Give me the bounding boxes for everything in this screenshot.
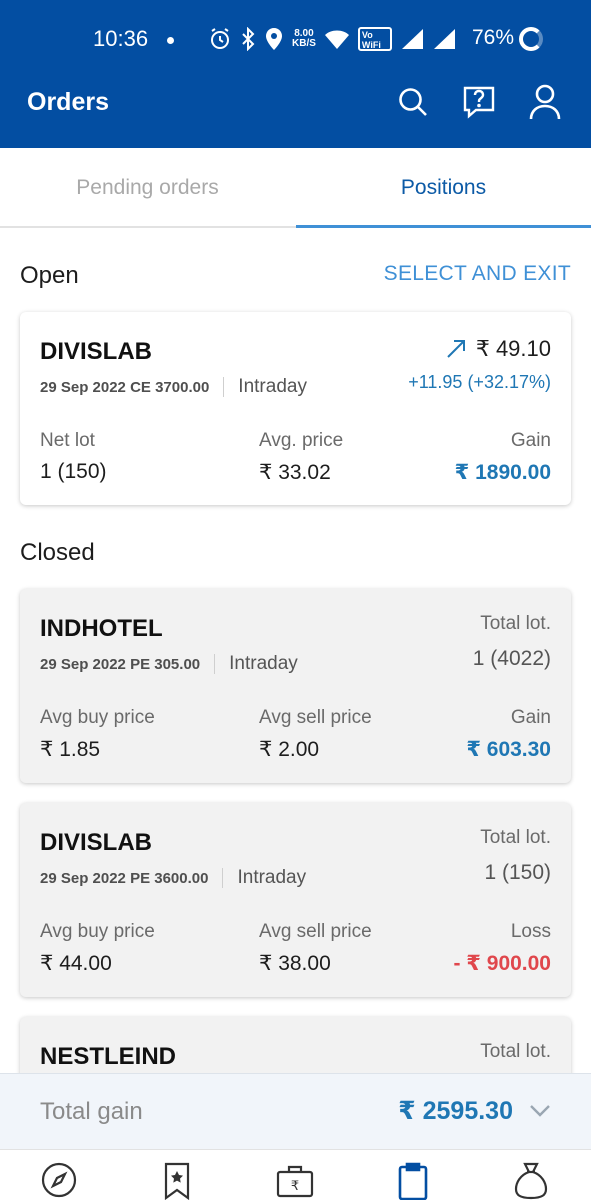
product-type: Intraday	[229, 653, 298, 674]
search-icon[interactable]	[395, 84, 431, 120]
speed-unit: KB/S	[292, 38, 316, 49]
contract-details: 29 Sep 2022 PE 305.00	[40, 655, 201, 673]
open-position-card[interactable]: DIVISLAB 29 Sep 2022 CE 3700.00 Intraday…	[20, 312, 571, 505]
avg-sell-column: Avg sell price ₹ 2.00	[259, 707, 372, 762]
avg-sell-value: ₹ 38.00	[259, 952, 331, 975]
pnl-column: Loss - ₹ 900.00	[453, 921, 551, 976]
battery-percent: 76%	[472, 26, 515, 49]
open-section-title: Open	[20, 262, 79, 289]
orders-icon[interactable]	[393, 1162, 433, 1200]
wifi-icon	[324, 30, 349, 49]
product-type: Intraday	[238, 376, 307, 397]
battery-icon	[519, 27, 543, 51]
total-lot-label: Total lot.	[480, 1041, 551, 1062]
tab-bar: Pending orders Positions	[0, 148, 591, 228]
tab-positions[interactable]: Positions	[296, 148, 591, 228]
divider	[222, 868, 224, 888]
pnl-label: Gain	[510, 430, 551, 451]
page-title: Orders	[27, 88, 109, 116]
pnl-label: Gain	[510, 707, 551, 728]
position-meta: 29 Sep 2022 PE 3600.00 Intraday	[40, 867, 306, 889]
help-icon[interactable]	[461, 84, 497, 120]
funds-icon[interactable]	[511, 1162, 551, 1200]
avg-price-value: ₹ 33.02	[259, 461, 331, 484]
location-icon	[266, 28, 282, 50]
avg-buy-column: Avg buy price ₹ 1.85	[40, 707, 155, 762]
ltp: ₹ 49.10	[446, 336, 551, 362]
net-lot-value: 1 (150)	[40, 460, 107, 483]
bottom-navigation: ₹	[0, 1149, 591, 1200]
app-header: 10:36 8.00 KB/S Vo WiFi 1	[0, 0, 591, 148]
closed-position-card[interactable]: INDHOTEL 29 Sep 2022 PE 305.00 Intraday …	[20, 589, 571, 783]
pnl-column: Gain ₹ 1890.00	[455, 430, 551, 485]
watchlist-icon[interactable]	[157, 1162, 197, 1200]
position-symbol: NESTLEIND	[40, 1043, 177, 1070]
total-gain-value: ₹ 2595.30	[398, 1097, 513, 1125]
total-gain-bar[interactable]: Total gain ₹ 2595.30	[0, 1073, 591, 1149]
divider	[223, 377, 225, 397]
avg-sell-column: Avg sell price ₹ 38.00	[259, 921, 372, 976]
divider	[214, 654, 216, 674]
select-and-exit-button[interactable]: SELECT AND EXIT	[384, 262, 571, 286]
avg-buy-value: ₹ 44.00	[40, 952, 112, 975]
avg-buy-label: Avg buy price	[40, 921, 155, 942]
contract-details: 29 Sep 2022 CE 3700.00	[40, 378, 210, 396]
compass-icon[interactable]	[39, 1162, 79, 1200]
volte-badge: Vo WiFi 1	[357, 27, 392, 51]
avg-price-label: Avg. price	[259, 430, 344, 451]
position-symbol: DIVISLAB	[40, 829, 153, 856]
pnl-value: ₹ 603.30	[466, 738, 551, 761]
total-lot-value: 1 (4022)	[472, 647, 551, 670]
portfolio-icon[interactable]: ₹	[275, 1162, 315, 1200]
notification-dot	[167, 37, 174, 44]
net-lot-column: Net lot 1 (150)	[40, 430, 107, 484]
active-tab-indicator	[296, 225, 591, 228]
position-meta: 29 Sep 2022 CE 3700.00 Intraday	[40, 376, 307, 398]
svg-text:₹: ₹	[291, 1179, 299, 1194]
status-icons: 8.00 KB/S Vo WiFi 1	[208, 26, 456, 52]
trend-up-icon	[447, 340, 465, 358]
avg-price-column: Avg. price ₹ 33.02	[259, 430, 343, 485]
signal-2-icon	[433, 29, 455, 49]
profile-icon[interactable]	[527, 84, 563, 120]
total-gain-label: Total gain	[40, 1098, 143, 1125]
pnl-value: ₹ 1890.00	[454, 461, 551, 484]
tab-pending-orders[interactable]: Pending orders	[0, 148, 295, 228]
position-meta: 29 Sep 2022 PE 305.00 Intraday	[40, 653, 298, 675]
bluetooth-icon	[242, 27, 255, 51]
signal-icon	[401, 29, 423, 49]
avg-sell-label: Avg sell price	[259, 921, 372, 942]
total-lot-value: 1 (150)	[484, 861, 551, 884]
pnl-value: - ₹ 900.00	[453, 952, 551, 975]
avg-sell-label: Avg sell price	[259, 707, 372, 728]
closed-section-title: Closed	[20, 539, 95, 566]
contract-details: 29 Sep 2022 PE 3600.00	[40, 869, 209, 887]
net-lot-label: Net lot	[40, 430, 95, 451]
pnl-label: Loss	[510, 921, 551, 942]
status-bar: 10:36 8.00 KB/S Vo WiFi 1	[0, 22, 591, 56]
position-symbol: INDHOTEL	[40, 615, 163, 642]
ltp-value: ₹ 49.10	[475, 336, 551, 361]
avg-sell-value: ₹ 2.00	[259, 738, 320, 761]
alarm-icon	[211, 28, 229, 49]
total-lot-label: Total lot.	[480, 613, 551, 634]
position-symbol: DIVISLAB	[40, 338, 153, 365]
total-lot-label: Total lot.	[480, 827, 551, 848]
pnl-column: Gain ₹ 603.30	[466, 707, 551, 762]
status-time: 10:36	[93, 26, 149, 51]
product-type: Intraday	[237, 867, 307, 888]
network-speed: 8.00 KB/S	[292, 29, 316, 49]
avg-buy-column: Avg buy price ₹ 44.00	[40, 921, 155, 976]
avg-buy-label: Avg buy price	[40, 707, 155, 728]
avg-buy-value: ₹ 1.85	[40, 738, 101, 761]
closed-position-card[interactable]: DIVISLAB 29 Sep 2022 PE 3600.00 Intraday…	[20, 803, 571, 997]
chevron-down-icon[interactable]	[527, 1098, 553, 1124]
price-change: +11.95 (+32.17%)	[408, 372, 551, 392]
